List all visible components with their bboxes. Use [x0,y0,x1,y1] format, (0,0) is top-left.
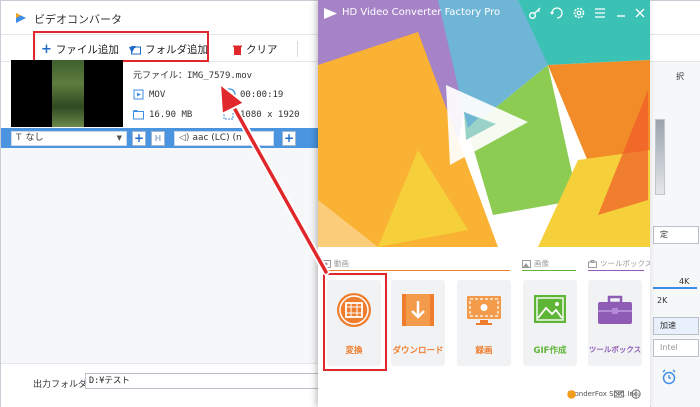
source-file-label: 元ファイル： [133,71,188,81]
file-size: 16.90 MB [149,110,193,120]
chevron-down-icon: ▼ [116,134,122,142]
file-duration: 00:00:19 [240,90,284,100]
gif-tile[interactable]: GIF作成 [523,280,577,366]
folder-size-icon [133,110,144,120]
select-label: 択 [676,72,684,81]
image-icon [534,295,566,323]
hero-artwork [318,0,650,247]
subtitle-icon: T [16,133,22,143]
image-section-header: 画像 [522,258,549,269]
resolution-slider[interactable] [653,287,697,289]
wonderfox-logo-icon [567,390,576,399]
video-section-label: 動画 [334,259,349,268]
company-footer: WonderFox Soft, Inc. [568,390,640,398]
audio-select[interactable]: ◁) aac (LC) (n [174,131,274,146]
convert-tile-highlight-box [323,273,387,371]
toolbox-section-header: ツールボックス [588,258,650,269]
source-file-row: 元ファイル：IMG_7579.mov [133,68,252,81]
toolbox-section-line [588,270,644,271]
toolbox-section-label: ツールボックス [600,259,650,268]
image-section-label: 画像 [534,259,549,268]
app-logo-icon [16,13,26,23]
file-resolution: 1080 x 1920 [240,110,300,120]
download-icon [402,294,434,326]
accel-label: 加速 [660,321,676,330]
hd-app-logo-icon [324,8,337,19]
clock-icon [223,88,236,101]
toolbar-highlight-box [33,31,209,62]
toolbox-icon [598,295,632,324]
gif-tile-label: GIF作成 [533,346,567,356]
image-section-icon [522,259,531,268]
settings-button[interactable]: 定 [653,226,699,244]
file-list-area [1,148,331,363]
screenshot-root: ビデオコンバータ + ファイル追加 ▼ フォルダ追加 クリア 元ファイル：IMG… [0,0,700,407]
toolbox-tile-label: ツールボックス [588,345,642,354]
converter-title: ビデオコンバータ [34,13,122,26]
resolution-icon [223,109,234,120]
clear-label: クリア [246,44,278,56]
alarm-clock-icon[interactable] [661,369,677,385]
gpu-accel-button[interactable]: 加速 [653,317,699,335]
screen-record-icon [467,296,501,325]
download-tile[interactable]: ダウンロード [391,280,445,366]
settings-label: 定 [660,230,668,239]
intel-button[interactable]: Intel [653,339,699,357]
res-2k-label: 2K [657,296,668,305]
close-icon[interactable] [633,6,647,20]
subtitle-value: なし [25,133,44,143]
subtitle-select[interactable]: T なし ▼ [11,131,127,146]
thumbnail-image [52,60,84,127]
toolbox-tile[interactable]: ツールボックス [588,280,642,366]
minimize-icon[interactable] [614,6,628,20]
video-section-icon [322,259,331,268]
hd-window-title: HD Video Converter Factory Pro [342,7,501,18]
clear-button[interactable]: クリア [233,42,278,57]
speaker-icon: ◁) [179,133,190,143]
menu-icon[interactable] [593,6,607,20]
toolbox-section-icon [588,259,597,268]
video-thumbnail[interactable] [11,60,123,127]
video-section-header: 動画 [322,258,349,269]
trash-icon [233,45,242,55]
add-audio-button[interactable]: + [282,131,296,146]
hdr-icon[interactable]: H [151,131,165,146]
key-icon[interactable] [528,6,542,20]
res-4k-label: 4K [679,277,690,286]
gear-icon[interactable] [572,6,586,20]
globe-icon[interactable] [631,389,641,399]
format-icon [133,89,144,100]
mail-icon[interactable] [614,389,624,399]
toolbar-divider [297,41,298,57]
intel-label: Intel [660,343,678,352]
file-format: MOV [149,90,166,100]
add-subtitle-button[interactable]: + [132,131,146,146]
output-folder-input[interactable]: D:¥テスト [85,373,325,389]
update-icon[interactable] [550,6,564,20]
format-preview [655,119,665,195]
video-section-line [322,270,510,271]
record-tile[interactable]: 録画 [457,280,511,366]
download-tile-label: ダウンロード [392,346,444,356]
record-tile-label: 録画 [475,346,493,356]
image-section-line [522,270,576,271]
source-file-name: IMG_7579.mov [187,71,253,81]
audio-value: aac (LC) (n [192,133,242,143]
